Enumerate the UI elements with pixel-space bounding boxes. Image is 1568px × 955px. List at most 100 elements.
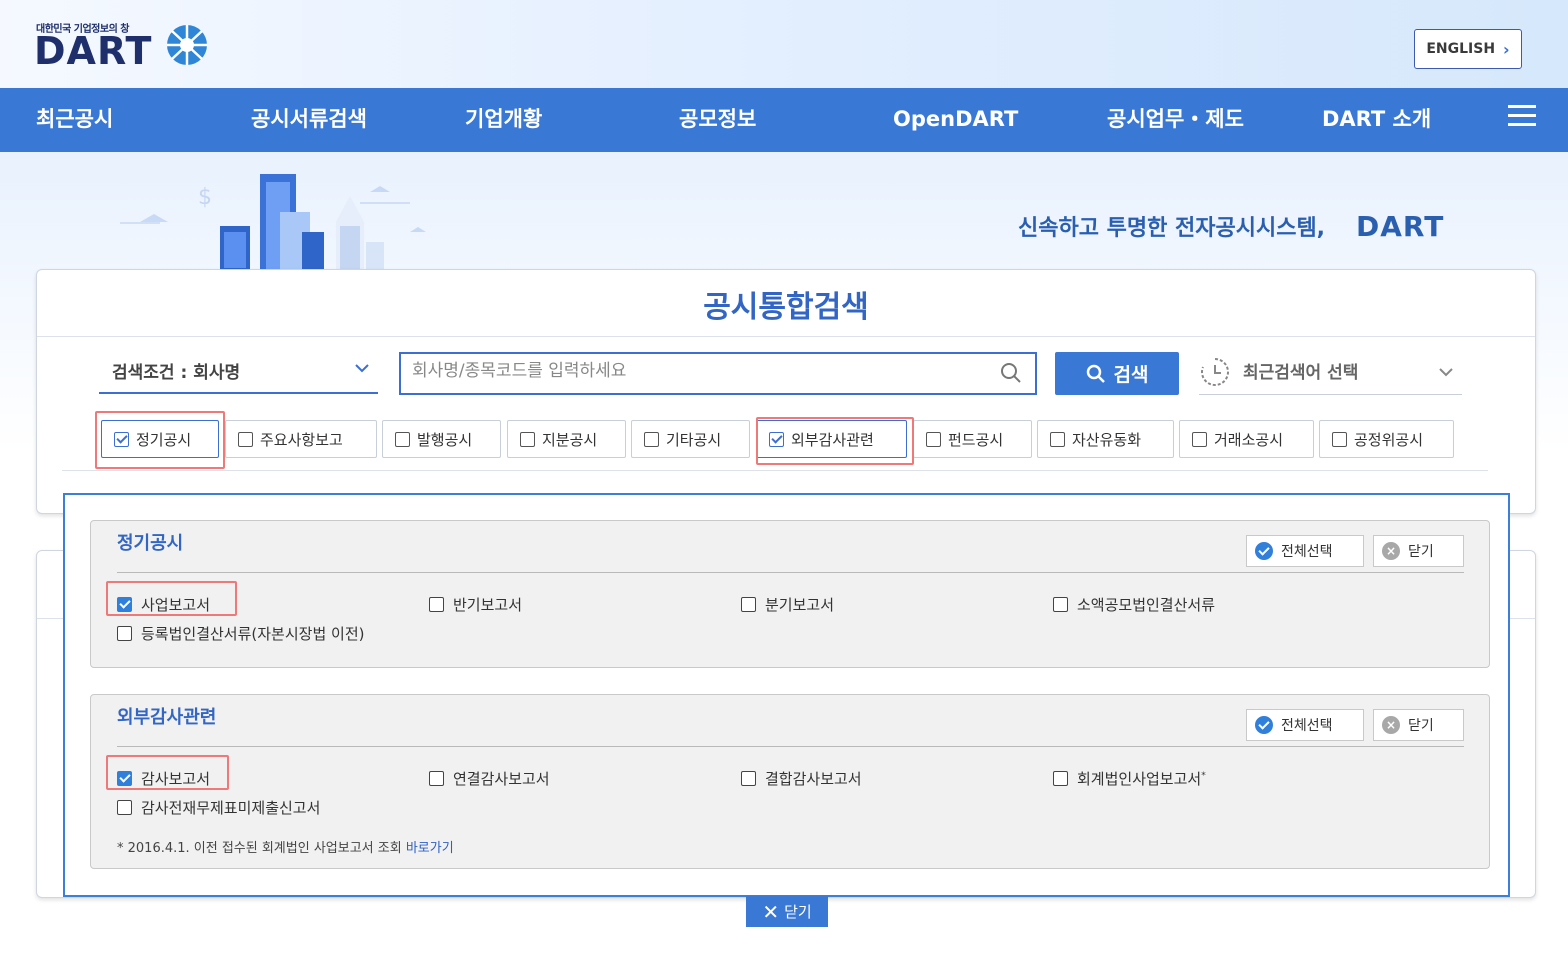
- checkbox-icon: [1050, 431, 1065, 447]
- group-close-button[interactable]: × 닫기: [1373, 709, 1464, 741]
- chevron-right-icon: ›: [1503, 39, 1510, 59]
- checkbox-icon: [1192, 431, 1207, 447]
- option-label: 반기보고서: [453, 596, 523, 614]
- select-all-button[interactable]: 전체선택: [1246, 709, 1364, 741]
- english-button[interactable]: ENGLISH ›: [1414, 29, 1522, 69]
- nav-offering-info[interactable]: 공모정보: [679, 88, 756, 152]
- select-all-label: 전체선택: [1281, 544, 1333, 560]
- checkbox-icon: [395, 431, 410, 447]
- logo-text: DART: [34, 29, 153, 73]
- checkbox-icon: [1053, 771, 1068, 786]
- filter-chip-label: 발행공시: [417, 430, 473, 449]
- option-label: 회계법인사업보고서*: [1077, 770, 1206, 788]
- filter-chip-ftc[interactable]: 공정위공시: [1319, 420, 1454, 458]
- option-quarter-report[interactable]: 분기보고서: [741, 594, 834, 615]
- checkbox-icon: [117, 626, 132, 641]
- filter-chip-label: 주요사항보고: [260, 430, 343, 449]
- highlight-box: [756, 417, 914, 465]
- banner-brand: DART: [1356, 210, 1445, 243]
- group-divider: [117, 746, 1464, 747]
- footnote: * 2016.4.1. 이전 접수된 회계법인 사업보고서 조회 바로가기: [117, 837, 454, 856]
- search-title-divider: [37, 336, 1535, 337]
- close-circle-icon: ×: [1382, 542, 1400, 560]
- checkbox-icon: [741, 771, 756, 786]
- menu-hamburger-icon[interactable]: [1508, 105, 1536, 127]
- filter-chip-asset-securitization[interactable]: 자산유동화: [1037, 420, 1174, 458]
- recent-search-label: 최근검색어 선택: [1243, 363, 1359, 383]
- filter-chip-major-report[interactable]: 주요사항보고: [225, 420, 377, 458]
- nav-company-overview[interactable]: 기업개황: [465, 88, 542, 152]
- check-circle-icon: [1255, 542, 1273, 560]
- dart-logo[interactable]: 대한민국 기업정보의 창 DART: [34, 20, 214, 72]
- search-icon: [1001, 363, 1021, 383]
- footnote-link[interactable]: 바로가기: [406, 841, 454, 856]
- highlight-box: [106, 581, 237, 616]
- filter-chip-issuance[interactable]: 발행공시: [382, 420, 501, 458]
- svg-text:$: $: [198, 185, 212, 210]
- option-financial-statement-nonsubmission[interactable]: 감사전재무제표미제출신고서: [117, 797, 320, 818]
- option-label: 소액공모법인결산서류: [1077, 596, 1216, 614]
- nav-recent-disclosure[interactable]: 최근공시: [36, 88, 113, 152]
- filter-chip-label: 자산유동화: [1072, 430, 1142, 449]
- panel-close-button[interactable]: ✕ 닫기: [746, 896, 828, 927]
- panel-close-label: 닫기: [784, 903, 812, 921]
- group-close-button[interactable]: × 닫기: [1373, 535, 1464, 567]
- checkbox-icon: [429, 597, 444, 612]
- option-label: 등록법인결산서류(자본시장법 이전): [141, 625, 365, 643]
- filter-chip-label: 공정위공시: [1354, 430, 1424, 449]
- logo-globe-icon: [167, 25, 207, 65]
- checkbox-icon: [429, 771, 444, 786]
- filter-chip-other[interactable]: 기타공시: [631, 420, 750, 458]
- main-nav: 최근공시 공시서류검색 기업개황 공모정보 OpenDART 공시업무・제도 D…: [0, 88, 1568, 152]
- option-half-year-report[interactable]: 반기보고서: [429, 594, 522, 615]
- chevron-down-icon: [355, 364, 369, 373]
- option-label: 결합감사보고서: [765, 770, 862, 788]
- nav-disclosure-system[interactable]: 공시업무・제도: [1107, 88, 1244, 152]
- checkbox-icon: [238, 431, 253, 447]
- recent-search-select[interactable]: 최근검색어 선택: [1199, 352, 1462, 395]
- english-label: ENGLISH: [1426, 41, 1496, 57]
- nav-document-search[interactable]: 공시서류검색: [251, 88, 367, 152]
- checkbox-icon: [644, 431, 659, 447]
- select-all-button[interactable]: 전체선택: [1246, 535, 1364, 567]
- filter-chip-exchange[interactable]: 거래소공시: [1179, 420, 1314, 458]
- checkbox-icon: [926, 431, 941, 447]
- checkbox-icon: [520, 431, 535, 447]
- close-icon: ✕: [762, 899, 780, 924]
- group-close-label: 닫기: [1408, 544, 1434, 560]
- option-consolidated-audit-report[interactable]: 연결감사보고서: [429, 768, 550, 789]
- nav-opendart[interactable]: OpenDART: [893, 88, 1018, 152]
- filter-chip-label: 펀드공시: [948, 430, 1004, 449]
- top-header: 대한민국 기업정보의 창 DART ENGLISH ›: [0, 0, 1568, 88]
- filter-chip-equity[interactable]: 지분공시: [507, 420, 626, 458]
- checkbox-icon: [117, 800, 132, 815]
- select-all-label: 전체선택: [1281, 718, 1333, 734]
- highlight-box: [95, 411, 225, 469]
- option-registered-corp-settlement[interactable]: 등록법인결산서류(자본시장법 이전): [117, 623, 364, 644]
- group-external-audit: 외부감사관련 전체선택 × 닫기 감사보고서 연결감사보고서 결합감사보고서 회…: [90, 694, 1490, 869]
- option-label: 분기보고서: [765, 596, 835, 614]
- search-button[interactable]: 검색: [1055, 352, 1179, 395]
- close-circle-icon: ×: [1382, 716, 1400, 734]
- option-small-offering-settlement[interactable]: 소액공모법인결산서류: [1053, 594, 1215, 615]
- option-label: 연결감사보고서: [453, 770, 550, 788]
- search-condition-select[interactable]: 검색조건 : 회사명: [99, 352, 378, 394]
- city-illustration: $: [120, 174, 426, 272]
- filter-chip-label: 기타공시: [666, 430, 722, 449]
- footnote-mark: *: [1201, 771, 1206, 781]
- filter-chip-label: 거래소공시: [1214, 430, 1284, 449]
- group-close-label: 닫기: [1408, 718, 1434, 734]
- option-combined-audit-report[interactable]: 결합감사보고서: [741, 768, 862, 789]
- search-button-label: 검색: [1113, 364, 1149, 386]
- group-periodic: 정기공시 전체선택 × 닫기 사업보고서 반기보고서 분기보고서 소액공모법인결…: [90, 520, 1490, 668]
- filter-divider: [62, 470, 1488, 471]
- group-title: 정기공시: [117, 533, 184, 554]
- chevron-down-icon: [1439, 368, 1453, 377]
- filter-chip-label: 지분공시: [542, 430, 598, 449]
- company-search-input[interactable]: [399, 352, 1037, 395]
- checkbox-icon: [1053, 597, 1068, 612]
- banner-slogan: 신속하고 투명한 전자공시시스템,: [1018, 216, 1326, 241]
- filter-chip-fund[interactable]: 펀드공시: [913, 420, 1032, 458]
- nav-about-dart[interactable]: DART 소개: [1322, 88, 1431, 152]
- option-accounting-firm-report[interactable]: 회계법인사업보고서*: [1053, 768, 1206, 789]
